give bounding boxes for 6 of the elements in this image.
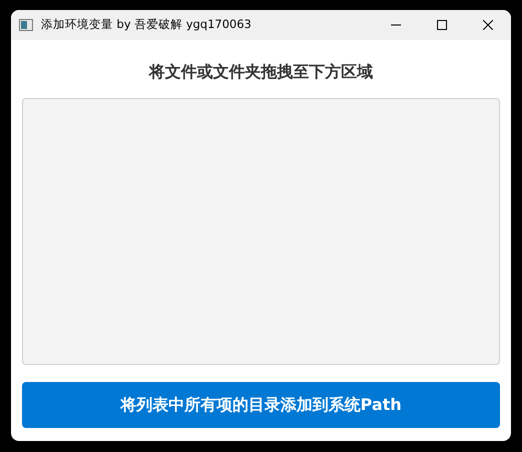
maximize-icon: [437, 20, 447, 30]
close-icon: [483, 20, 493, 30]
heading: 将文件或文件夹拖拽至下方区域: [148, 61, 374, 83]
window-title: 添加环境变量 by 吾爱破解 ygq170063: [41, 16, 252, 34]
add-to-path-button[interactable]: 将列表中所有项的目录添加到系统Path: [22, 382, 500, 428]
app-icon: [19, 19, 33, 31]
